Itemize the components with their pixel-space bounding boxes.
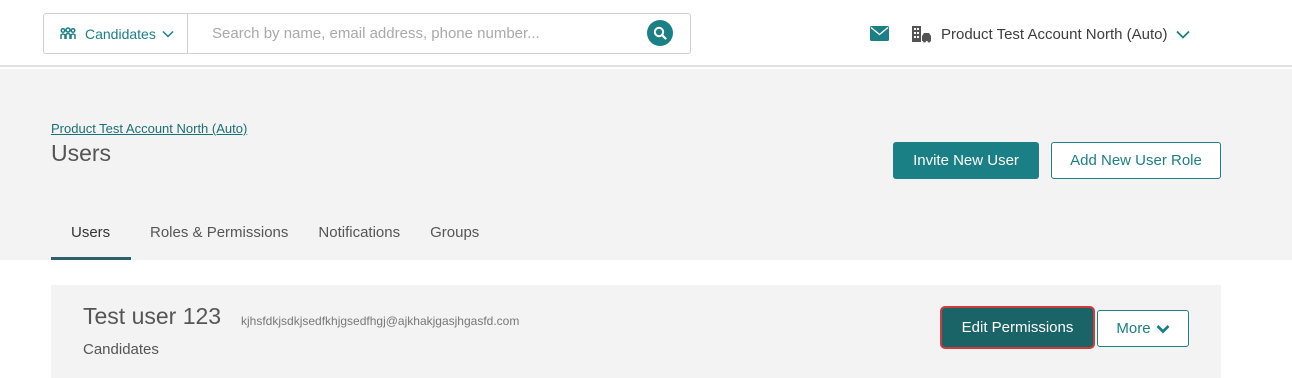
more-actions-button[interactable]: More [1097,310,1189,347]
chevron-down-icon [1175,30,1190,39]
chevron-down-icon [162,30,174,38]
tab-groups[interactable]: Groups [415,214,499,260]
user-email: kjhsfdkjsdkjsedfkhjgsedfhgj@ajkhakjgasjh… [241,314,520,328]
chevron-down-icon [1156,324,1170,334]
tab-bar: Users Roles & Permissions Notifications … [51,214,499,260]
building-icon [911,25,933,43]
search-icon [653,26,667,40]
user-name: Test user 123 [83,303,222,329]
tab-users[interactable]: Users [51,214,131,260]
account-name: Product Test Account North (Auto) [941,25,1168,43]
breadcrumb[interactable]: Product Test Account North (Auto) [51,121,247,136]
tab-notifications[interactable]: Notifications [303,214,415,260]
page-title: Users [51,140,112,166]
user-list-item: Test user 123 kjhsfdkjsdkjsedfkhjgsedfhg… [51,285,1221,378]
edit-permissions-button[interactable]: Edit Permissions [940,306,1095,349]
more-label: More [1116,320,1151,337]
top-navigation-bar: Candidates Product Test Account North (A… [0,0,1292,67]
add-new-user-role-button[interactable]: Add New User Role [1051,142,1221,179]
search-input[interactable] [188,14,647,53]
account-switcher[interactable]: Product Test Account North (Auto) [911,21,1190,47]
page-header: Product Test Account North (Auto) Users … [0,69,1292,260]
invite-new-user-button[interactable]: Invite New User [893,142,1039,179]
global-search: Candidates [43,13,691,54]
envelope-icon[interactable] [870,26,889,41]
user-role: Candidates [83,341,159,358]
search-button[interactable] [647,20,673,46]
people-icon [59,26,77,41]
entity-type-dropdown[interactable]: Candidates [44,14,188,53]
tab-roles-permissions[interactable]: Roles & Permissions [131,214,303,260]
entity-type-label: Candidates [85,25,156,42]
